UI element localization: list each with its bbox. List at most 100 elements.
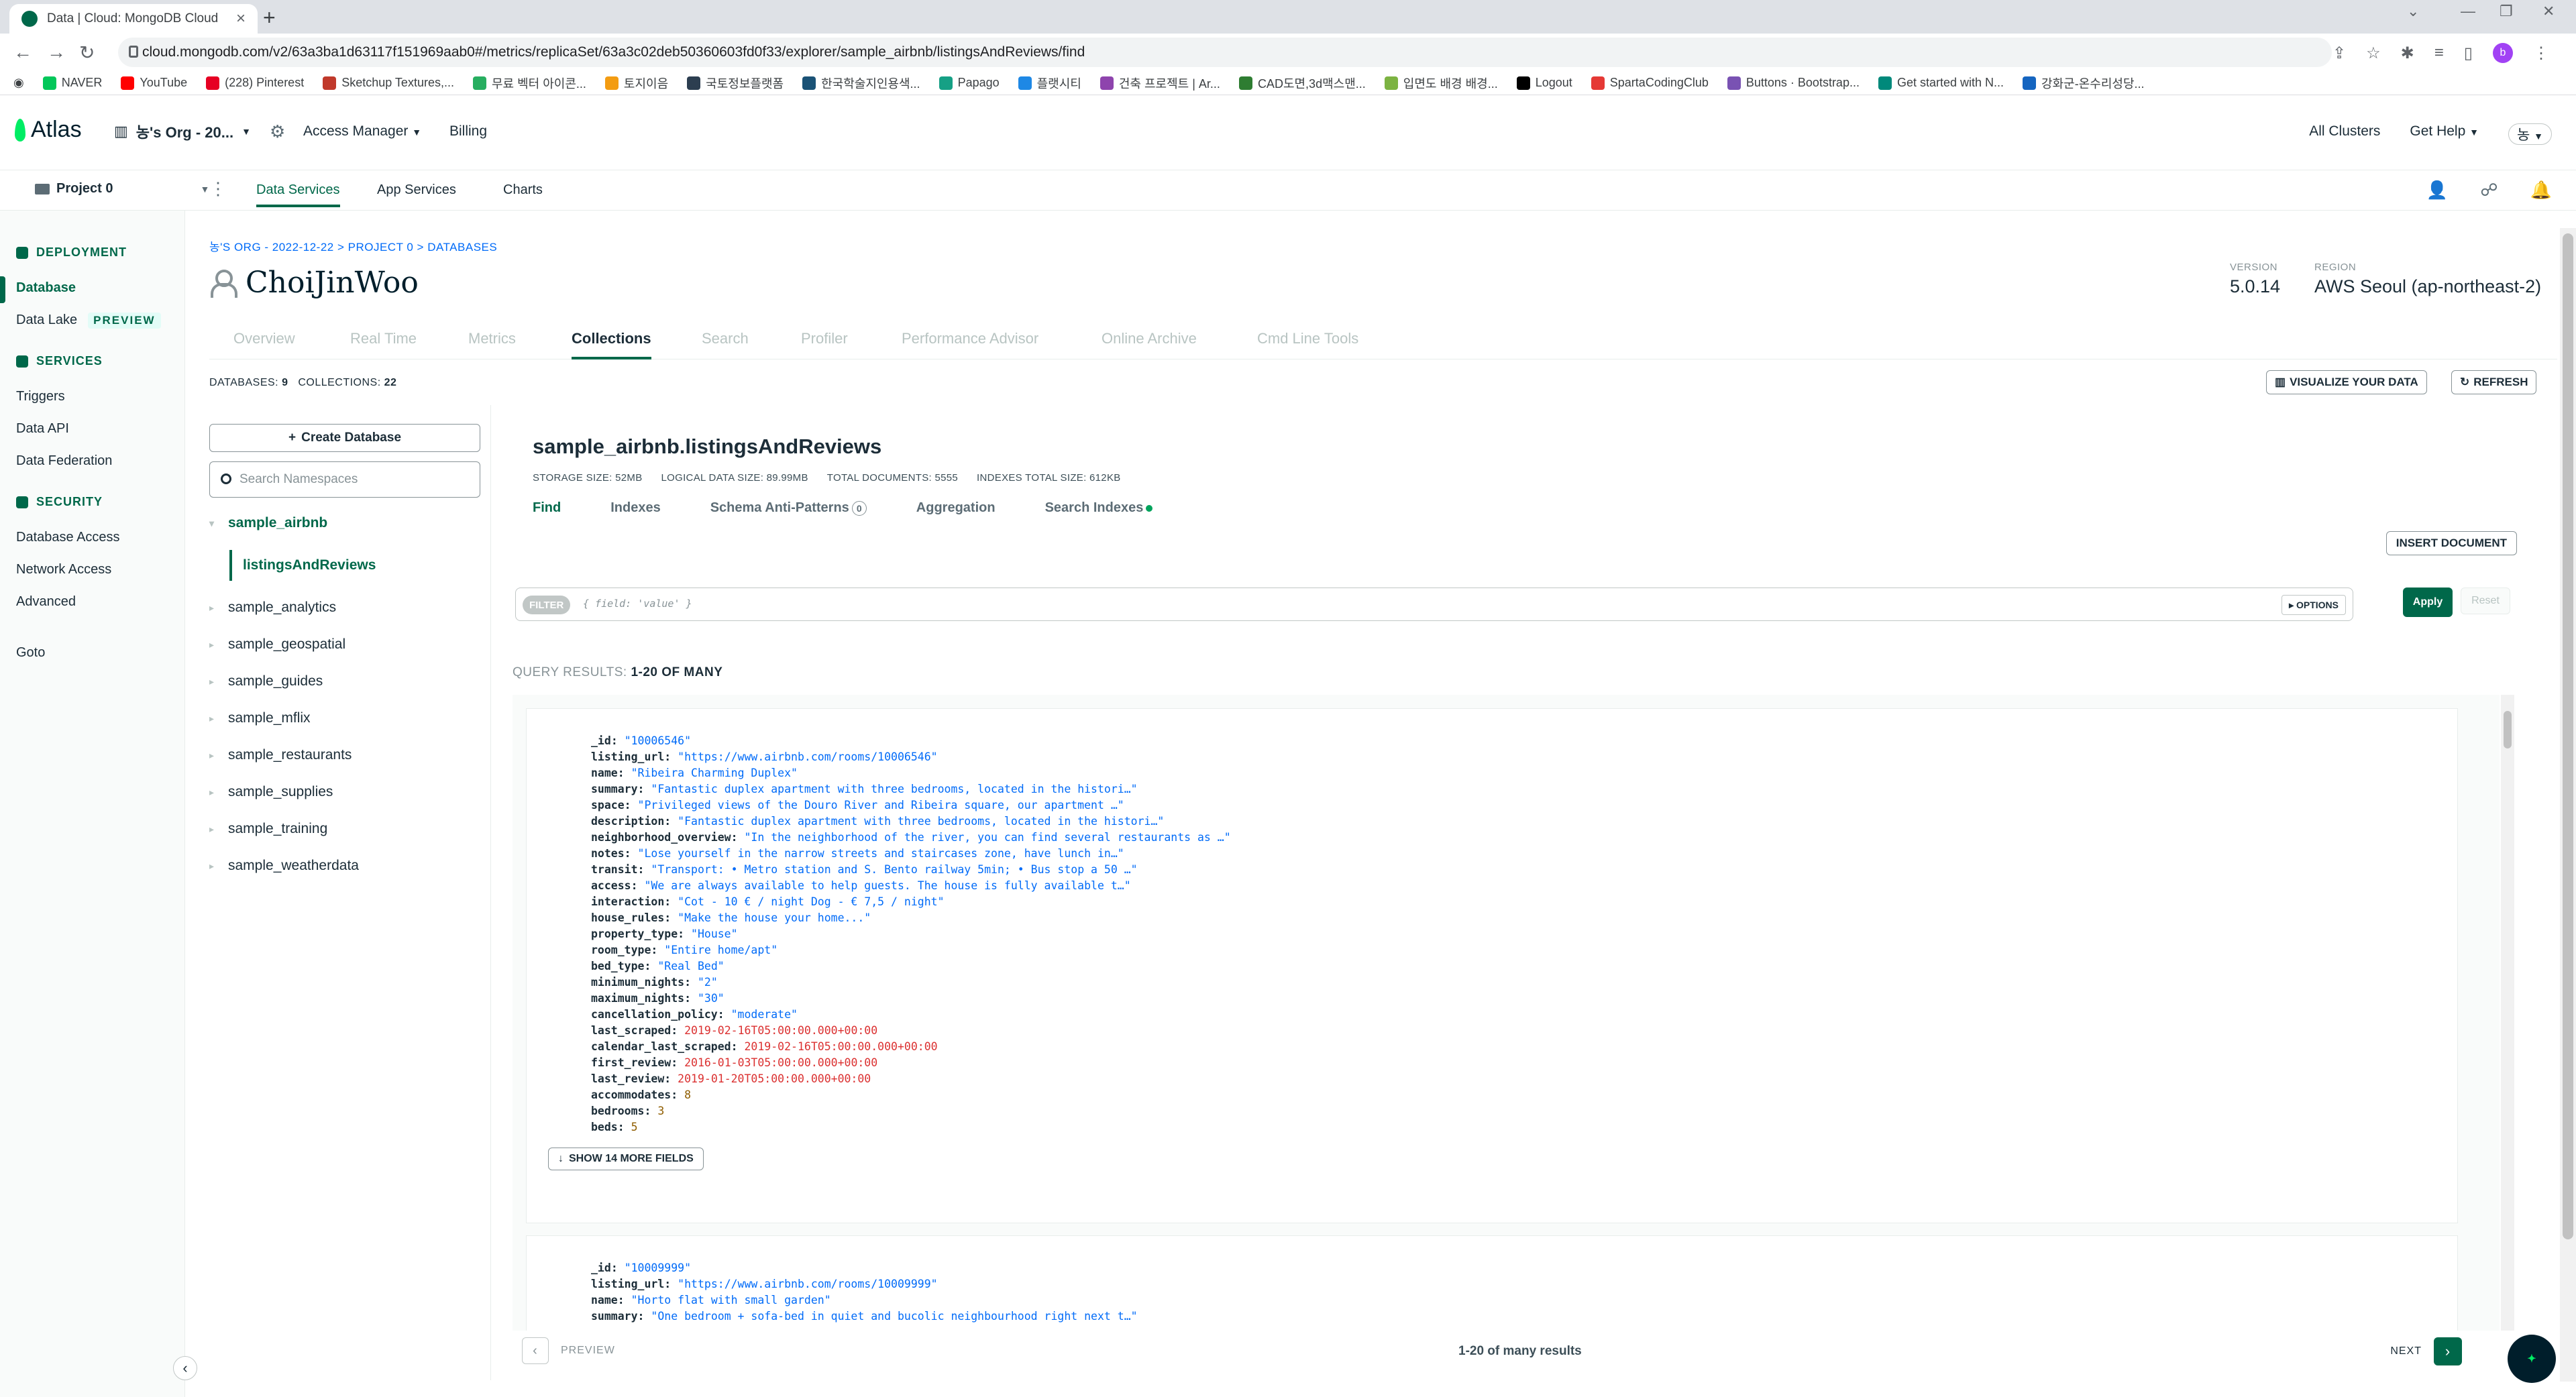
db-item[interactable]: ▸ sample_mflix xyxy=(209,710,311,726)
page-scrollbar[interactable] xyxy=(2560,228,2576,1382)
collection-item-active[interactable]: listingsAndReviews xyxy=(229,550,376,581)
breadcrumb[interactable]: 농'S ORG - 2022-12-22 > PROJECT 0 > DATAB… xyxy=(209,237,497,254)
bookmark-item[interactable]: 입면도 배경 배경... xyxy=(1384,74,1498,92)
db-item[interactable]: ▸ sample_weatherdata xyxy=(209,858,359,874)
sidebar-item-data-lake[interactable]: Data Lake PREVIEW xyxy=(16,313,161,329)
bookmark-item[interactable]: CAD도면,3d맥스맨... xyxy=(1238,74,1366,92)
db-item[interactable]: ▸ sample_supplies xyxy=(209,784,333,800)
browser-tab[interactable]: Data | Cloud: MongoDB Cloud × xyxy=(9,4,258,34)
tab-overview[interactable]: Overview xyxy=(233,330,295,347)
bell-icon[interactable]: 🔔 xyxy=(2530,180,2552,201)
sidebar-item-network-access[interactable]: Network Access xyxy=(16,562,111,577)
tab-cmd-line-tools[interactable]: Cmd Line Tools xyxy=(1257,330,1358,347)
close-window-icon[interactable]: ✕ xyxy=(2542,3,2555,20)
show-more-fields-button[interactable]: ↓ SHOW 14 MORE FIELDS xyxy=(548,1148,704,1170)
previous-page-button[interactable]: ‹ PREVIEW xyxy=(522,1337,615,1364)
sidepanel-icon[interactable]: ▯ xyxy=(2464,44,2473,63)
bookmark-item[interactable]: 국토정보플랫폼 xyxy=(687,74,784,92)
db-item[interactable]: ▸ sample_training xyxy=(209,821,327,837)
tab-aggregation[interactable]: Aggregation xyxy=(916,500,996,516)
db-item-active[interactable]: ▾ sample_airbnb xyxy=(209,515,327,531)
bookmark-item[interactable]: (228) Pinterest xyxy=(206,76,304,90)
sidebar-item-database-access[interactable]: Database Access xyxy=(16,530,120,545)
forward-icon[interactable]: → xyxy=(47,42,66,63)
media-icon[interactable]: ≡ xyxy=(2434,44,2444,62)
sidebar-item-database[interactable]: Database xyxy=(16,280,76,296)
tab-find[interactable]: Find xyxy=(533,500,561,516)
project-selector[interactable]: Project 0 ▼ xyxy=(35,181,209,197)
bookmark-item[interactable]: 강화군-온수리성당... xyxy=(2023,74,2145,92)
bookmark-item[interactable]: Papago xyxy=(938,76,1000,90)
restore-icon[interactable]: ❐ xyxy=(2500,3,2513,20)
sidebar-item-data-api[interactable]: Data API xyxy=(16,421,69,437)
bookmark-item[interactable]: NAVER xyxy=(42,76,102,90)
invite-user-icon[interactable]: 👤 xyxy=(2426,180,2448,201)
db-item[interactable]: ▸ sample_geospatial xyxy=(209,636,345,653)
create-database-button[interactable]: + Create Database xyxy=(209,424,480,452)
tab-search[interactable]: Search xyxy=(702,330,749,347)
sidebar-item-data-federation[interactable]: Data Federation xyxy=(16,453,112,469)
bookmark-item[interactable]: 플랫시티 xyxy=(1018,74,1081,92)
share-icon[interactable]: ⇪ xyxy=(2332,44,2346,63)
tab-metrics[interactable]: Metrics xyxy=(468,330,516,347)
tab-real-time[interactable]: Real Time xyxy=(350,330,417,347)
chevron-down-icon[interactable]: ⌄ xyxy=(2407,3,2419,20)
documents-scrollbar[interactable] xyxy=(2501,695,2514,1331)
activity-icon[interactable]: ☍ xyxy=(2480,180,2498,201)
all-clusters-link[interactable]: All Clusters xyxy=(2309,123,2380,145)
page-scrollbar-thumb[interactable] xyxy=(2563,233,2573,1239)
tab-schema-anti-patterns[interactable]: Schema Anti-Patterns 0 xyxy=(710,500,867,516)
refresh-button[interactable]: ↻ REFRESH xyxy=(2451,370,2537,394)
db-item[interactable]: ▸ sample_restaurants xyxy=(209,747,352,763)
db-item[interactable]: ▸ sample_guides xyxy=(209,673,323,689)
tab-data-services[interactable]: Data Services xyxy=(256,182,340,207)
new-tab-icon[interactable]: + xyxy=(263,5,276,30)
kebab-menu-icon[interactable]: ⋮ xyxy=(209,178,227,199)
tab-performance-advisor[interactable]: Performance Advisor xyxy=(902,330,1038,347)
bookmark-item[interactable]: 한국학술지인용색... xyxy=(802,74,920,92)
chat-help-icon[interactable]: ✦ xyxy=(2508,1335,2556,1383)
back-icon[interactable]: ← xyxy=(13,42,32,63)
sidebar-item-goto[interactable]: Goto xyxy=(16,645,45,661)
close-tab-icon[interactable]: × xyxy=(236,9,246,28)
next-page-button[interactable]: NEXT › xyxy=(2390,1337,2462,1365)
reset-button[interactable]: Reset xyxy=(2461,588,2510,614)
tab-profiler[interactable]: Profiler xyxy=(801,330,848,347)
bookmark-item[interactable]: SpartaCodingClub xyxy=(1591,76,1709,90)
gear-icon[interactable]: ⚙ xyxy=(270,121,285,142)
bookmark-item[interactable]: Get started with N... xyxy=(1878,76,2004,90)
bookmark-item[interactable]: Sketchup Textures,... xyxy=(323,76,454,90)
tab-search-indexes[interactable]: Search Indexes xyxy=(1045,500,1153,516)
atlas-logo[interactable]: Atlas xyxy=(15,117,82,143)
tab-indexes[interactable]: Indexes xyxy=(610,500,660,516)
bookmark-item[interactable]: 토지이음 xyxy=(604,74,668,92)
menu-icon[interactable]: ⋮ xyxy=(2533,44,2549,63)
sidebar-item-advanced[interactable]: Advanced xyxy=(16,594,76,610)
user-menu[interactable]: 농 ▼ xyxy=(2508,123,2552,145)
minimize-icon[interactable]: — xyxy=(2461,3,2475,20)
search-namespaces-input[interactable]: Search Namespaces xyxy=(209,461,480,498)
tab-app-services[interactable]: App Services xyxy=(377,182,456,198)
billing-link[interactable]: Billing xyxy=(449,123,487,139)
star-icon[interactable]: ☆ xyxy=(2366,44,2381,63)
scrollbar-thumb[interactable] xyxy=(2504,711,2512,748)
bookmark-item[interactable]: YouTube xyxy=(121,76,187,90)
tab-online-archive[interactable]: Online Archive xyxy=(1102,330,1197,347)
insert-document-button[interactable]: INSERT DOCUMENT xyxy=(2385,531,2517,555)
visualize-data-button[interactable]: ▥ VISUALIZE YOUR DATA xyxy=(2266,370,2427,394)
sidebar-item-triggers[interactable]: Triggers xyxy=(16,389,65,404)
bookmark-item[interactable]: Buttons · Bootstrap... xyxy=(1727,76,1860,90)
db-item[interactable]: ▸ sample_analytics xyxy=(209,600,336,616)
apply-button[interactable]: Apply xyxy=(2403,588,2453,617)
access-manager-menu[interactable]: Access Manager ▼ xyxy=(303,123,421,139)
reload-icon[interactable]: ↻ xyxy=(79,42,95,64)
tab-collections[interactable]: Collections xyxy=(572,330,651,359)
get-help-menu[interactable]: Get Help ▼ xyxy=(2410,123,2479,145)
filter-input[interactable]: { field: 'value' } xyxy=(583,598,692,610)
extensions-icon[interactable]: ✱ xyxy=(2401,44,2414,63)
org-selector[interactable]: ▥ 농's Org - 20... ▼ ⚙ xyxy=(114,121,285,142)
options-button[interactable]: ▸ OPTIONS xyxy=(2282,595,2346,615)
apps-icon[interactable]: ◉ xyxy=(13,76,24,90)
profile-avatar[interactable]: b xyxy=(2493,43,2513,63)
collapse-sidebar-icon[interactable]: ‹ xyxy=(173,1356,197,1380)
